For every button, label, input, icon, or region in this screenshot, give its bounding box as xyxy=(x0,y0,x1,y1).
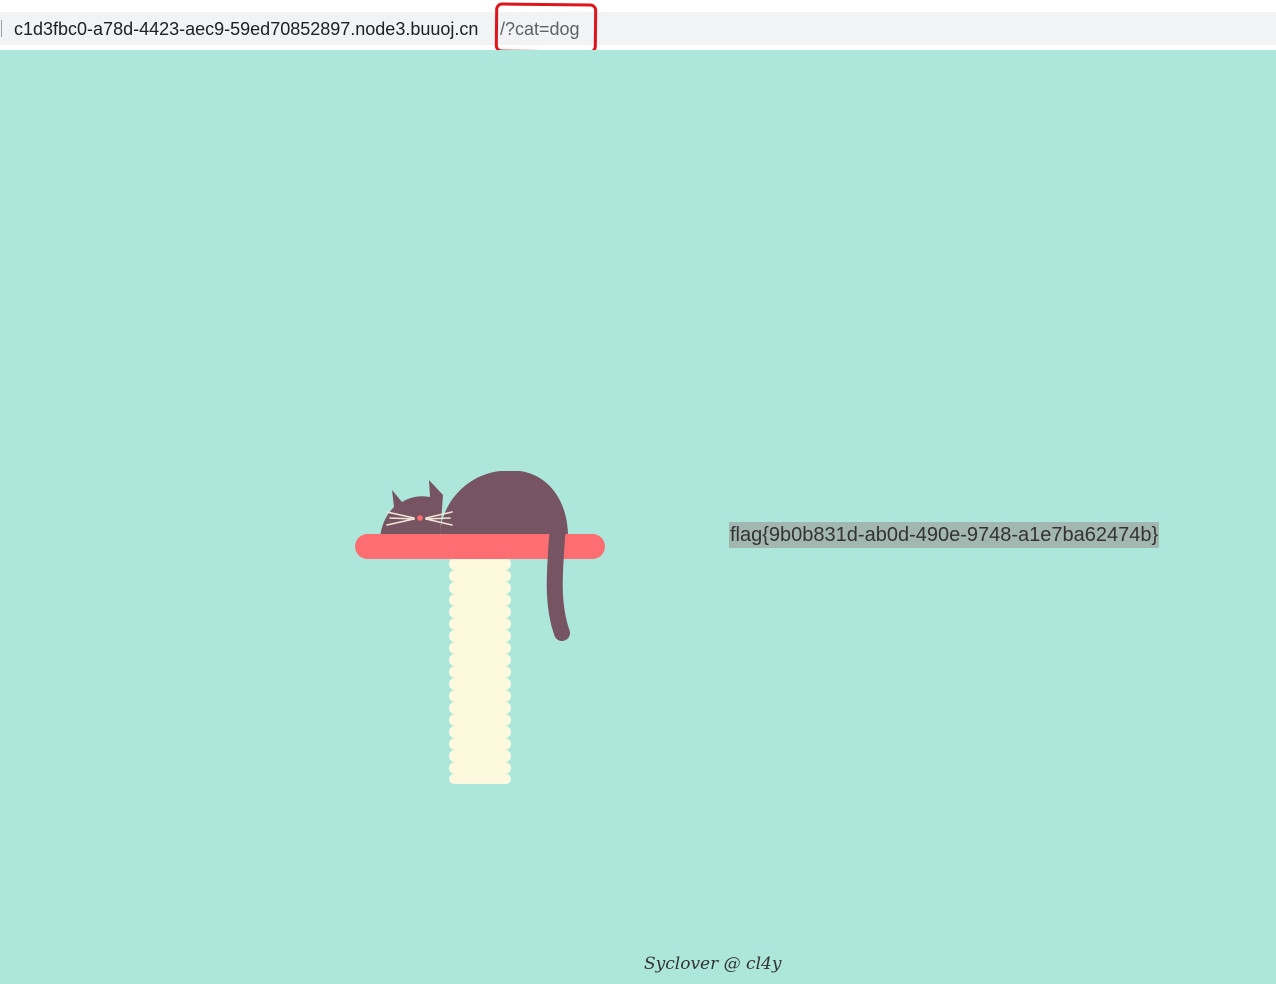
footer-credit: Syclover @ cl4y xyxy=(644,954,782,974)
cat-tail xyxy=(546,517,570,641)
scratching-post xyxy=(449,558,511,784)
page-body: flag{9b0b831d-ab0d-490e-9748-a1e7ba62474… xyxy=(0,50,1276,984)
cat-shelf xyxy=(355,534,605,559)
cat-illustration xyxy=(355,471,605,784)
cat-nose xyxy=(417,515,423,521)
browser-top-strip xyxy=(0,0,1276,12)
cat xyxy=(380,471,568,537)
url-host-text: c1d3fbc0-a78d-4423-aec9-59ed70852897.nod… xyxy=(14,19,479,39)
flag-text: flag{9b0b831d-ab0d-490e-9748-a1e7ba62474… xyxy=(729,522,1160,548)
address-bar[interactable]: c1d3fbc0-a78d-4423-aec9-59ed70852897.nod… xyxy=(0,12,1276,45)
address-bar-edge xyxy=(1,20,2,37)
red-annotation-box xyxy=(494,2,598,54)
